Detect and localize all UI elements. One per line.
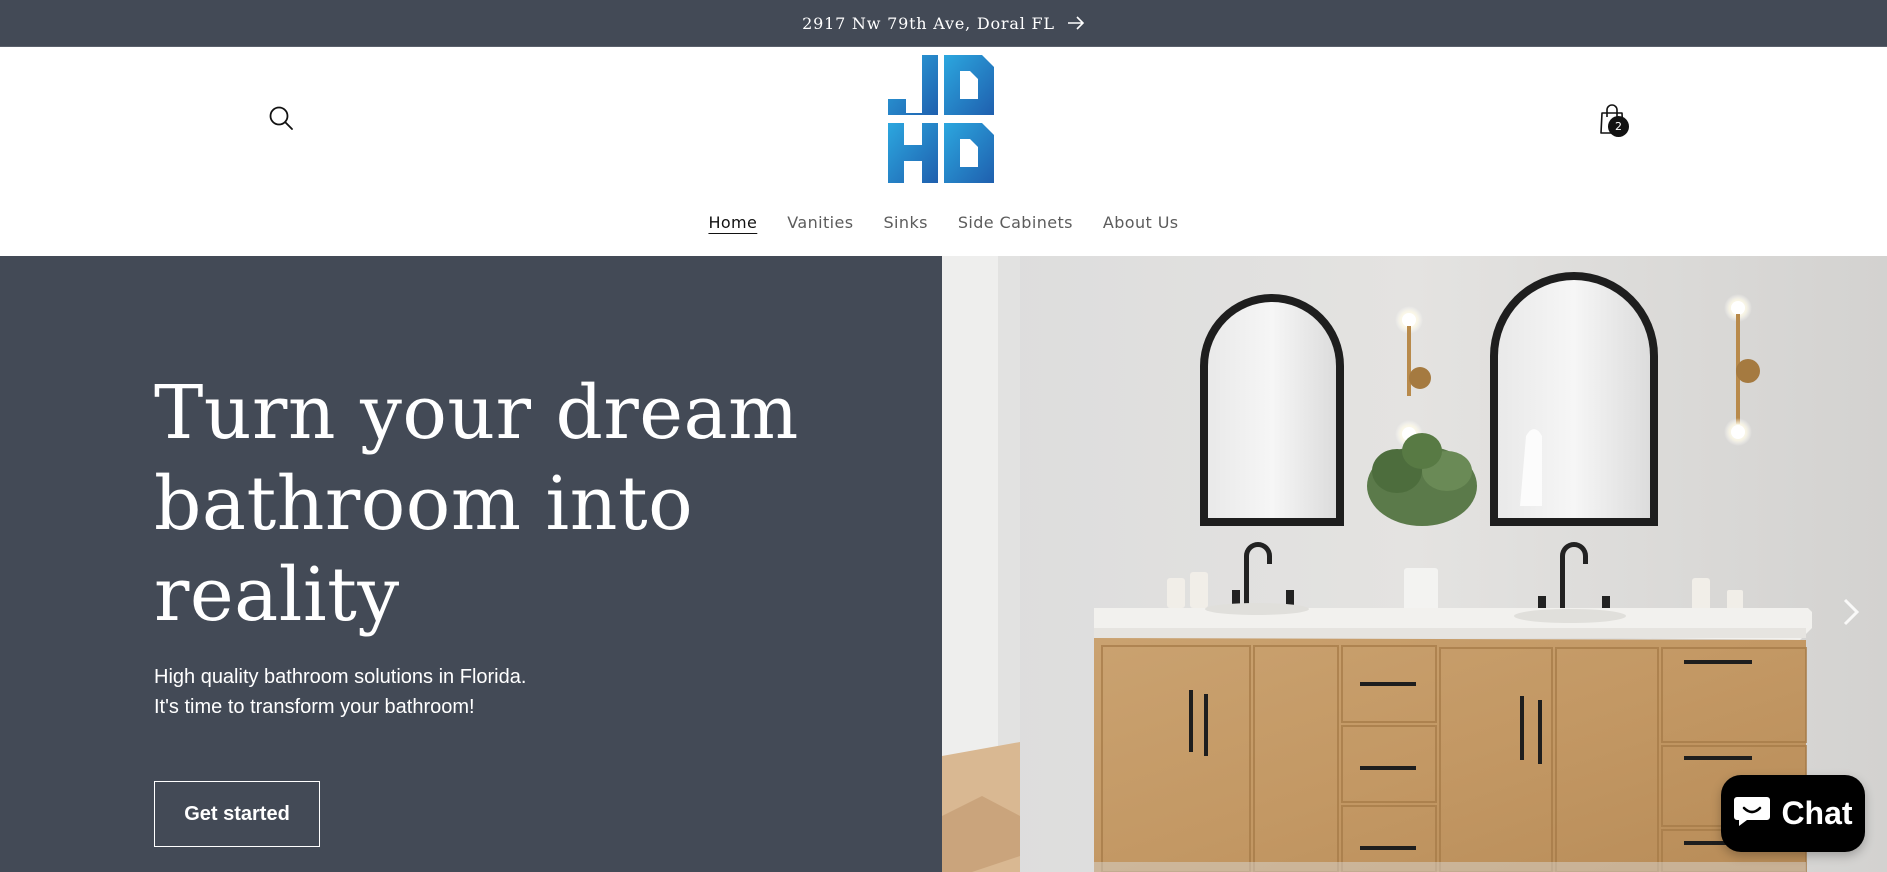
- site-header: 2 Home Vanities Sinks Side Cabinets Abou…: [0, 47, 1887, 256]
- arrow-right-icon: [1067, 16, 1085, 30]
- nav-item-vanities[interactable]: Vanities: [787, 211, 853, 241]
- nav-item-about-us[interactable]: About Us: [1103, 211, 1179, 241]
- hero-text-panel: Turn your dream bathroom into reality Hi…: [0, 256, 942, 872]
- chat-button[interactable]: Chat: [1721, 775, 1865, 852]
- nav-item-home[interactable]: Home: [708, 211, 757, 241]
- chevron-right-icon[interactable]: [1836, 592, 1866, 632]
- search-icon[interactable]: [266, 103, 296, 133]
- main-nav: Home Vanities Sinks Side Cabinets About …: [0, 211, 1887, 241]
- cart-count-badge: 2: [1608, 116, 1629, 137]
- hero-banner: Turn your dream bathroom into reality Hi…: [0, 256, 1887, 872]
- chat-label: Chat: [1781, 795, 1853, 831]
- nav-item-sinks[interactable]: Sinks: [884, 211, 928, 241]
- hero-title: Turn your dream bathroom into reality: [154, 370, 799, 638]
- hero-subtitle-line: It's time to transform your bathroom!: [154, 696, 475, 718]
- hero-subtitle-line: High quality bathroom solutions in Flori…: [154, 666, 527, 688]
- announcement-text: 2917 Nw 79th Ave, Doral FL: [802, 13, 1055, 33]
- chat-bubble-icon: [1733, 793, 1771, 835]
- jdhd-logo[interactable]: [888, 55, 994, 183]
- nav-item-side-cabinets[interactable]: Side Cabinets: [958, 211, 1073, 241]
- announcement-bar[interactable]: 2917 Nw 79th Ave, Doral FL: [0, 0, 1887, 47]
- hero-subtitle: High quality bathroom solutions in Flori…: [154, 662, 714, 722]
- get-started-button[interactable]: Get started: [154, 781, 320, 847]
